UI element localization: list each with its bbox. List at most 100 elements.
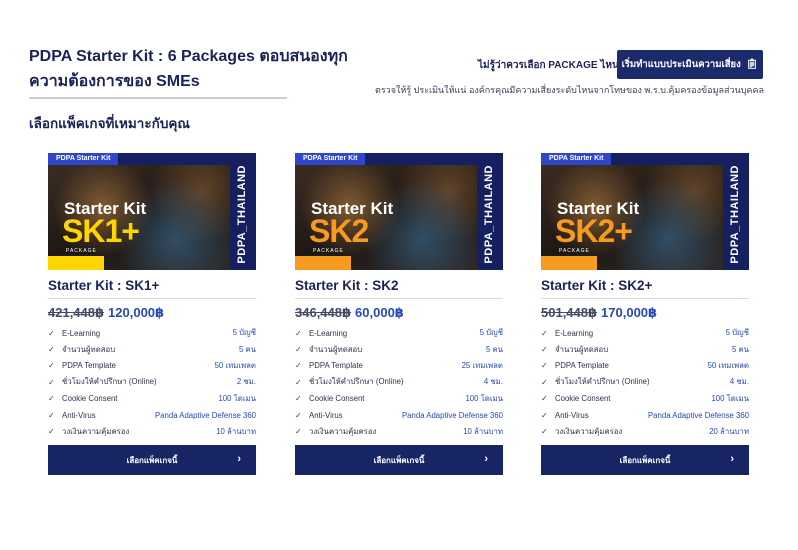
check-icon: ✓ [48,410,55,420]
banner-code: SK2 [309,213,369,249]
package-banner: PDPA Starter Kit Starter Kit SK2 PACKAGE… [295,153,503,270]
banner-side-text: PDPA_THAILAND [236,165,248,264]
check-icon: ✓ [48,427,55,437]
check-icon: ✓ [295,427,302,437]
feature-row: ✓ วงเงินความคุ้มครอง 10 ล้านบาท [295,423,503,439]
chevron-right-icon: › [484,453,488,465]
feature-label: Anti-Virus [555,410,589,420]
start-assessment-button[interactable]: เริ่มทำแบบประเมินความเสี่ยง 📋︎ [617,50,763,79]
feature-value: Panda Adaptive Defense 360 [154,410,256,420]
choose-package-button[interactable]: เลือกแพ็คเกจนี้ › [295,445,503,475]
feature-row: ✓ Cookie Consent 100 โดเมน [295,391,503,407]
feature-label: PDPA Template [62,361,116,371]
feature-row: ✓ Anti-Virus Panda Adaptive Defense 360 [48,407,256,423]
feature-label: ชั่วโมงให้คำปรึกษา (Online) [309,377,404,387]
choose-package-button[interactable]: เลือกแพ็คเกจนี้ › [541,445,749,475]
banner-tag: PDPA Starter Kit [541,153,612,165]
feature-label: E-Learning [309,328,348,338]
package-title: Starter Kit : SK2 [295,278,399,293]
check-icon: ✓ [295,345,302,355]
feature-value: 5 บัญชี [725,328,749,338]
check-icon: ✓ [48,361,55,371]
feature-row: ✓ จำนวนผู้ทดสอบ 5 คน [48,341,256,357]
old-price: 501,448฿ [541,305,598,320]
feature-row: ✓ PDPA Template 25 เทมเพลต [295,358,503,374]
feature-value: 100 โดเมน [465,393,503,403]
check-icon: ✓ [48,345,55,355]
feature-label: จำนวนผู้ทดสอบ [62,344,116,354]
feature-row: ✓ ชั่วโมงให้คำปรึกษา (Online) 4 ชม. [295,374,503,390]
banner-side-strip: PDPA_THAILAND [725,165,749,270]
check-icon: ✓ [295,361,302,371]
feature-value: 20 ล้านบาท [709,426,749,436]
page-headline: PDPA Starter Kit : 6 Packages ตอบสนองทุก… [29,48,348,90]
feature-value: 25 เทมเพลต [461,360,503,370]
check-icon: ✓ [295,394,302,404]
feature-value: 50 เทมเพลต [214,360,256,370]
feature-value: 5 คน [485,344,503,354]
package-price: 501,448฿ 170,000฿ [541,305,657,321]
feature-label: Cookie Consent [309,394,365,404]
choose-package-label: เลือกแพ็คเกจนี้ [373,455,425,465]
feature-row: ✓ Anti-Virus Panda Adaptive Defense 360 [541,407,749,423]
package-card-sk2-plus: PDPA Starter Kit Starter Kit SK2+ PACKAG… [541,153,749,475]
choose-package-button[interactable]: เลือกแพ็คเกจนี้ › [48,445,256,475]
feature-label: Anti-Virus [309,410,343,420]
assessment-question: ไม่รู้ว่าควรเลือก PACKAGE ไหน? [478,60,625,71]
check-icon: ✓ [295,328,302,338]
feature-list: ✓ E-Learning 5 บัญชี ✓ จำนวนผู้ทดสอบ 5 คน ✓ PDP… [295,325,503,440]
check-icon: ✓ [541,377,548,387]
feature-row: ✓ วงเงินความคุ้มครอง 10 ล้านบาท [48,423,256,439]
feature-label: Cookie Consent [62,394,118,404]
feature-value: 4 ชม. [483,377,503,387]
banner-accent [295,256,351,270]
package-divider [295,298,503,299]
package-price: 421,448฿ 120,000฿ [48,305,164,321]
check-icon: ✓ [541,361,548,371]
feature-list: ✓ E-Learning 5 บัญชี ✓ จำนวนผู้ทดสอบ 5 คน ✓ PDP… [48,325,256,440]
feature-value: 10 ล้านบาท [216,426,256,436]
feature-row: ✓ PDPA Template 50 เทมเพลต [48,358,256,374]
feature-row: ✓ E-Learning 5 บัญชี [48,325,256,341]
package-price: 346,448฿ 60,000฿ [295,305,404,321]
new-price: 120,000฿ [108,305,165,320]
banner-side-text: PDPA_THAILAND [483,165,495,264]
feature-row: ✓ ชั่วโมงให้คำปรึกษา (Online) 4 ชม. [541,374,749,390]
choose-package-label: เลือกแพ็คเกจนี้ [126,455,178,465]
feature-list: ✓ E-Learning 5 บัญชี ✓ จำนวนผู้ทดสอบ 5 คน ✓ PDP… [541,325,749,440]
old-price: 421,448฿ [48,305,105,320]
feature-label: Cookie Consent [555,394,611,404]
feature-label: PDPA Template [555,361,609,371]
old-price: 346,448฿ [295,305,352,320]
feature-value: 100 โดเมน [218,393,256,403]
package-banner: PDPA Starter Kit Starter Kit SK1+ PACKAG… [48,153,256,270]
feature-value: 50 เทมเพลต [707,360,749,370]
banner-accent [48,256,104,270]
package-card-sk1-plus: PDPA Starter Kit Starter Kit SK1+ PACKAG… [48,153,256,475]
feature-value: 4 ชม. [729,377,749,387]
banner-side-text: PDPA_THAILAND [729,165,741,264]
feature-row: ✓ Cookie Consent 100 โดเมน [541,391,749,407]
check-icon: ✓ [48,328,55,338]
feature-label: วงเงินความคุ้มครอง [309,426,377,436]
feature-label: PDPA Template [309,361,363,371]
banner-side-strip: PDPA_THAILAND [232,165,256,270]
new-price: 60,000฿ [355,305,404,320]
feature-row: ✓ จำนวนผู้ทดสอบ 5 คน [541,341,749,357]
package-title: Starter Kit : SK2+ [541,278,653,293]
check-icon: ✓ [541,410,548,420]
package-divider [48,298,256,299]
feature-value: 5 คน [731,344,749,354]
feature-value: 10 ล้านบาท [463,426,503,436]
feature-value: 5 คน [238,344,256,354]
banner-code: SK1+ [62,213,140,249]
feature-row: ✓ จำนวนผู้ทดสอบ 5 คน [295,341,503,357]
headline-divider [29,97,287,99]
package-card-sk2: PDPA Starter Kit Starter Kit SK2 PACKAGE… [295,153,503,475]
check-icon: ✓ [48,377,55,387]
start-assessment-label: เริ่มทำแบบประเมินความเสี่ยง [621,59,741,70]
chevron-right-icon: › [237,453,241,465]
choose-package-label: เลือกแพ็คเกจนี้ [619,455,671,465]
banner-code: SK2+ [555,213,633,249]
check-icon: ✓ [541,394,548,404]
